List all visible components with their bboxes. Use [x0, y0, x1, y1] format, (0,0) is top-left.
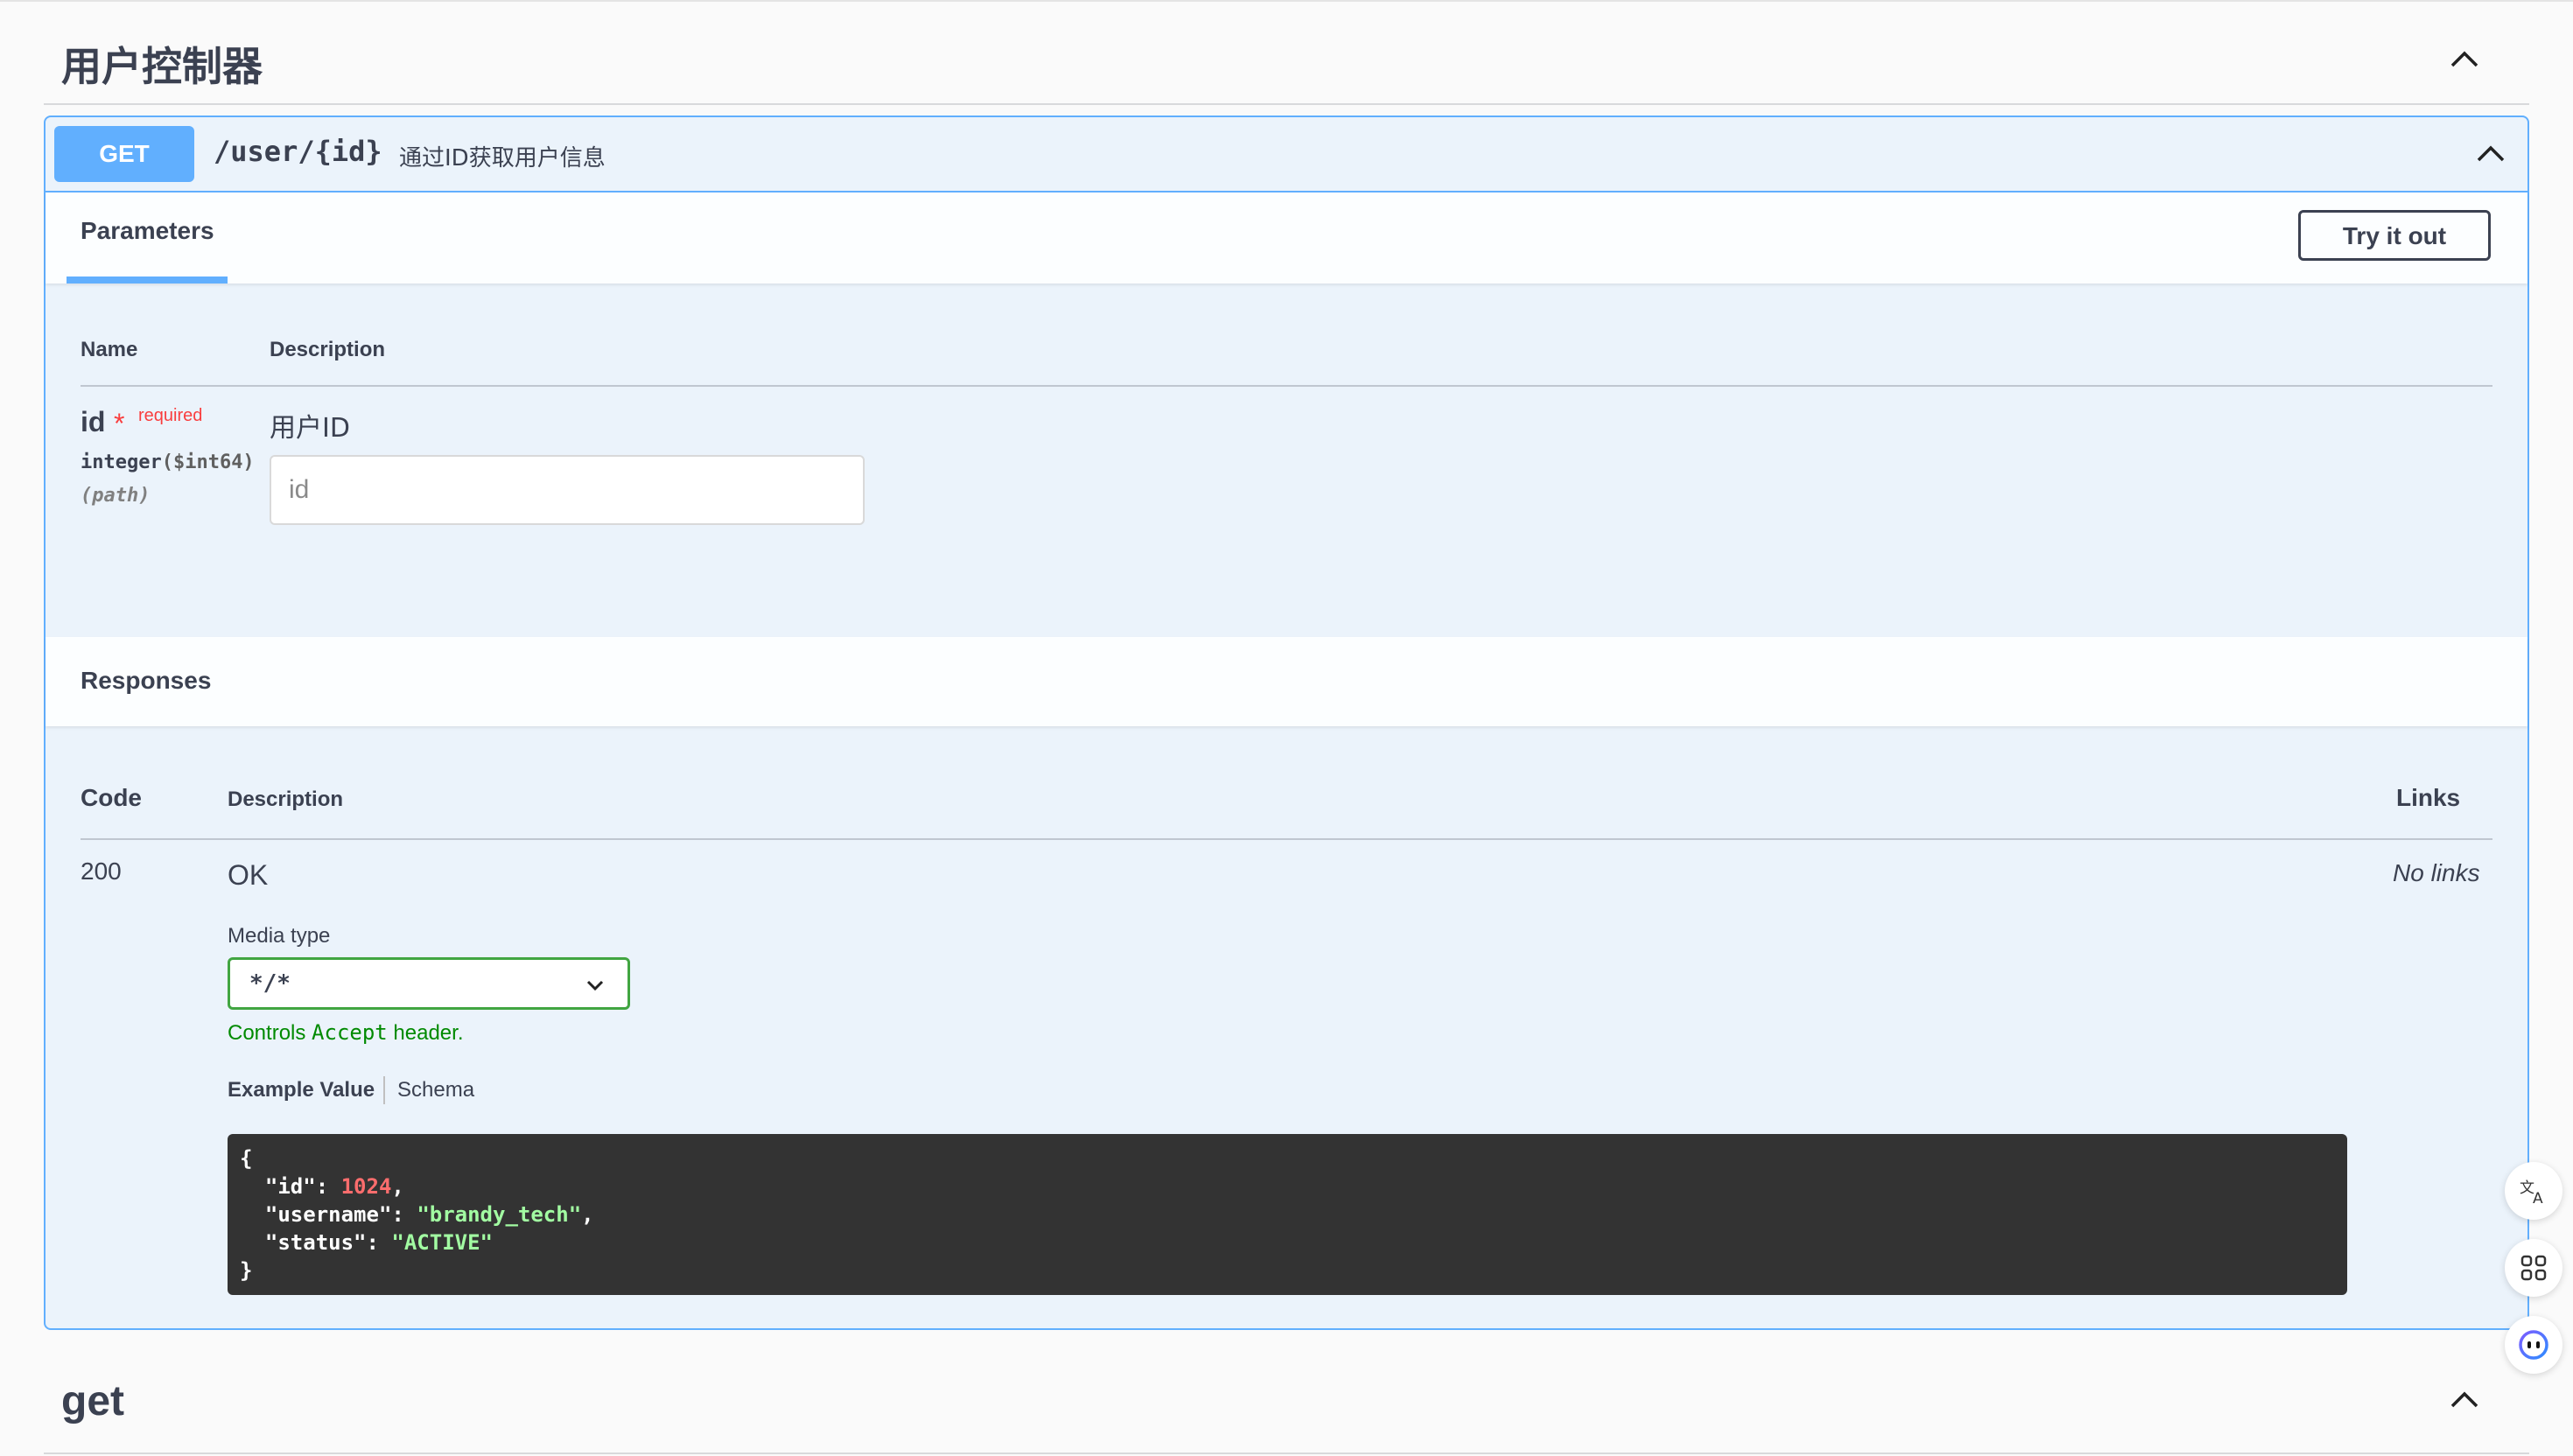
media-type-help: Controls Accept header. [228, 1020, 464, 1046]
parameters-header: Parameters Try it out [46, 192, 2527, 284]
tab-active-indicator [67, 276, 228, 284]
column-header-links: Links [2396, 784, 2461, 811]
column-header-response-description: Description [228, 788, 344, 811]
json-key-status: "status" [264, 1230, 367, 1255]
media-type-value: */* [249, 970, 291, 997]
column-header-name: Name [81, 338, 138, 361]
media-type-select[interactable]: */* [228, 957, 630, 1010]
json-value-username: "brandy_tech" [417, 1202, 582, 1227]
media-type-label: Media type [228, 924, 331, 948]
param-type: integer($int64) [81, 452, 255, 473]
responses-header: Responses [46, 637, 2527, 726]
assistant-button[interactable] [2505, 1316, 2562, 1374]
param-location: (path) [81, 485, 151, 507]
help-suffix: header. [387, 1021, 464, 1045]
help-header-name: Accept [312, 1020, 388, 1045]
json-brace-open: { [240, 1146, 253, 1171]
try-it-out-button[interactable]: Try it out [2298, 210, 2491, 261]
code-line: { [240, 1144, 2335, 1172]
tag-title-get: get [61, 1378, 124, 1424]
tab-schema[interactable]: Schema [397, 1078, 474, 1102]
tab-separator [383, 1076, 385, 1104]
code-line: "status": "ACTIVE" [264, 1230, 493, 1255]
column-header-code: Code [81, 784, 142, 811]
help-prefix: Controls [228, 1021, 312, 1045]
response-code: 200 [81, 858, 122, 885]
json-brace-close: } [240, 1258, 253, 1283]
operation-summary[interactable]: GET /user/{id} 通过ID获取用户信息 [46, 117, 2527, 192]
code-line: } [240, 1256, 2335, 1284]
json-key-id: "id" [264, 1174, 316, 1199]
chevron-up-icon[interactable] [2473, 136, 2508, 172]
column-header-description: Description [270, 338, 386, 361]
required-label: required [138, 406, 203, 425]
response-description: OK [228, 859, 269, 891]
tab-parameters[interactable]: Parameters [81, 217, 214, 245]
apps-button[interactable] [2505, 1239, 2562, 1297]
svg-text:A: A [2533, 1190, 2543, 1207]
id-input[interactable] [270, 455, 865, 525]
param-description: 用户ID [270, 413, 350, 444]
required-star: * [114, 408, 125, 439]
tag-section-header-get[interactable]: get [44, 1348, 2529, 1454]
tag-section-header[interactable]: 用户控制器 [44, 16, 2529, 105]
apps-grid-icon [2520, 1255, 2547, 1281]
top-divider [0, 0, 2573, 2]
translate-icon: 文 A [2520, 1180, 2543, 1207]
operation-summary-text: 通过ID获取用户信息 [399, 145, 606, 172]
json-key-username: "username" [264, 1202, 392, 1227]
table-divider [81, 385, 2492, 387]
method-badge: GET [54, 126, 194, 182]
response-links: No links [2393, 859, 2480, 886]
responses-divider [81, 838, 2492, 840]
tag-title: 用户控制器 [61, 43, 263, 90]
assistant-bot-icon [2519, 1330, 2548, 1360]
chevron-down-icon [584, 974, 606, 997]
json-value-id: 1024 [340, 1174, 392, 1199]
translate-button[interactable]: 文 A [2505, 1162, 2562, 1220]
code-line: "id": 1024, [264, 1174, 404, 1199]
responses-title: Responses [81, 667, 212, 694]
chevron-up-icon[interactable] [2447, 42, 2482, 77]
param-name: id [81, 406, 106, 438]
example-value-code: { "id": 1024, "username": "brandy_tech",… [228, 1134, 2347, 1295]
json-value-status: "ACTIVE" [391, 1230, 493, 1255]
code-line: "username": "brandy_tech", [264, 1202, 594, 1227]
tab-example-value[interactable]: Example Value [228, 1078, 375, 1102]
operation-path: /user/{id} [214, 135, 382, 168]
operation-block-get-user: GET /user/{id} 通过ID获取用户信息 Parameters Try… [44, 116, 2529, 1330]
chevron-up-icon[interactable] [2447, 1382, 2482, 1418]
param-type-name: integer [81, 452, 162, 473]
param-format: ($int64) [161, 452, 255, 473]
